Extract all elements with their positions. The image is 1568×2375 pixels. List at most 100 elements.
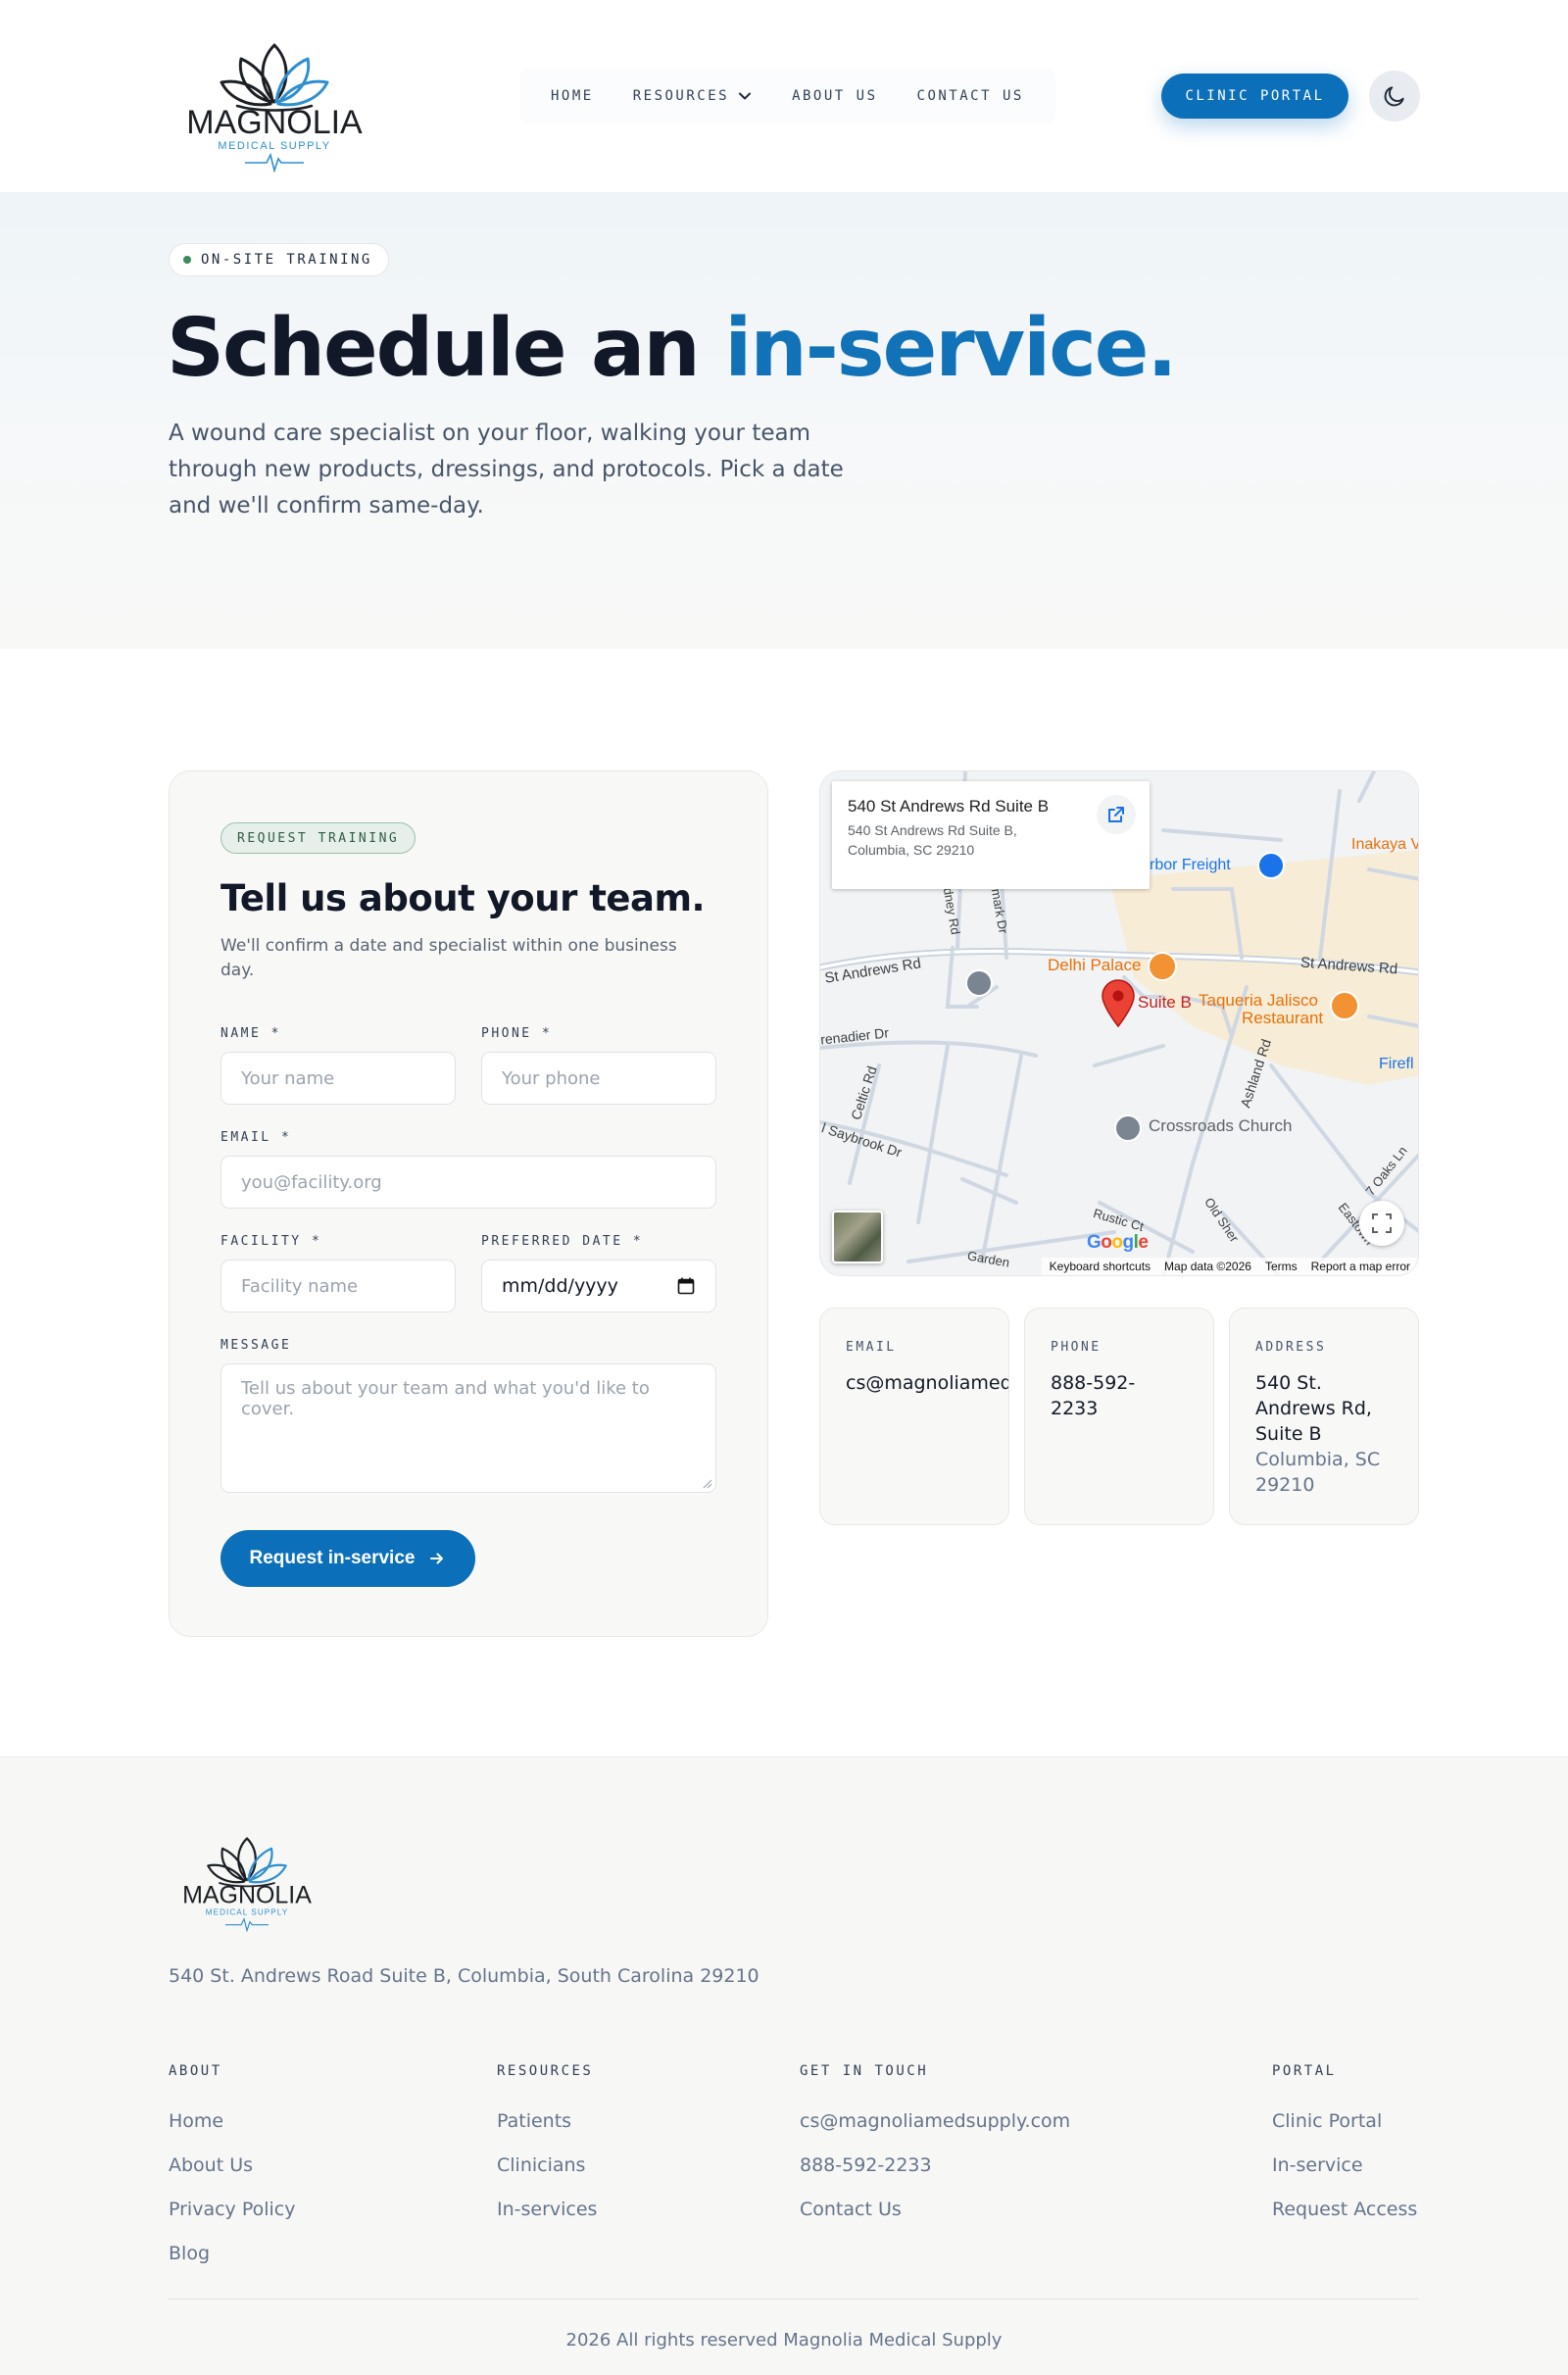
facility-input[interactable] [220,1260,456,1312]
submit-label: Request in-service [249,1548,416,1568]
footer-link[interactable]: In-services [497,2199,597,2243]
map-data-text: Map data ©2026 [1164,1260,1251,1273]
restaurant-pin-icon[interactable] [1330,991,1359,1020]
footer-logo[interactable]: MAGNOLIA MEDICAL SUPPLY [169,1818,325,1933]
address-card: ADDRESS 540 St. Andrews Rd, Suite B Colu… [1229,1308,1419,1525]
place-label: Firefl [1379,1056,1414,1072]
nav-resources[interactable]: RESOURCES [613,88,772,104]
site-footer: MAGNOLIA MEDICAL SUPPLY 540 St. Andrews … [0,1757,1568,2375]
svg-text:MAGNOLIA: MAGNOLIA [182,1882,312,1909]
place-label: Inakaya V [1351,836,1419,853]
place-label: rbor Freight [1150,857,1231,873]
footer-link[interactable]: In-service [1272,2154,1417,2199]
arrow-right-icon [430,1553,444,1564]
message-textarea[interactable] [220,1363,716,1493]
magnolia-logo-icon: MAGNOLIA MEDICAL SUPPLY [182,1837,312,1933]
theme-toggle-button[interactable] [1369,71,1420,122]
place-label: Restaurant [1242,1009,1324,1027]
name-input[interactable] [220,1052,456,1105]
facility-label: FACILITY * [220,1234,322,1249]
email-card-value[interactable]: cs@magnoliamedsupply.com [846,1370,1008,1396]
form-title: Tell us about your team. [220,877,706,919]
fullscreen-button[interactable] [1359,1201,1404,1246]
hero-section: ON-SITE TRAINING Schedule an in-service.… [0,192,1568,649]
phone-input[interactable] [481,1052,716,1105]
nav-contact-label: CONTACT US [916,88,1024,104]
name-label: NAME * [220,1026,281,1041]
preferred-date-input[interactable]: mm/dd/yyyy [481,1260,716,1312]
pin-label: Suite B [1138,993,1192,1012]
message-label: MESSAGE [220,1338,292,1353]
church-pin-icon[interactable] [1114,1114,1142,1142]
svg-text:MEDICAL SUPPLY: MEDICAL SUPPLY [218,140,330,152]
hero-pill: ON-SITE TRAINING [169,243,389,276]
footer-link[interactable]: 888-592-2233 [800,2154,1070,2199]
open-in-maps-button[interactable] [1097,795,1136,834]
footer-link[interactable]: Clinicians [497,2154,597,2199]
place-label: Delhi Palace [1048,956,1142,974]
brand-logo[interactable]: MAGNOLIA MEDICAL SUPPLY [169,18,380,173]
footer-heading: ABOUT [169,2063,222,2079]
nav-contact-us[interactable]: CONTACT US [898,88,1044,104]
restaurant-pin-icon[interactable] [1148,952,1177,981]
fullscreen-icon [1372,1213,1392,1233]
footer-heading: GET IN TOUCH [800,2063,929,2079]
footer-divider [169,2299,1419,2300]
date-value: mm/dd/yyyy [502,1275,618,1297]
footer-link[interactable]: Clinic Portal [1272,2110,1417,2154]
footer-link[interactable]: Privacy Policy [169,2199,295,2243]
shopping-pin-icon[interactable] [1257,852,1285,879]
footer-link[interactable]: Home [169,2110,295,2154]
phone-card-label: PHONE [1051,1340,1102,1355]
phone-label: PHONE * [481,1026,553,1041]
terms-link[interactable]: Terms [1265,1260,1298,1273]
calendar-icon[interactable] [676,1276,696,1296]
nav-resources-label: RESOURCES [632,88,730,104]
footer-link[interactable]: Patients [497,2110,597,2154]
footer-link[interactable]: Request Access [1272,2199,1417,2243]
external-link-icon [1108,807,1124,822]
phone-card-value[interactable]: 888-592-2233 [1051,1370,1149,1421]
nav-about-label: ABOUT US [792,88,878,104]
email-input[interactable] [220,1156,716,1209]
hero-pill-label: ON-SITE TRAINING [201,252,372,268]
nav-about-us[interactable]: ABOUT US [772,88,897,104]
footer-heading: RESOURCES [497,2063,594,2079]
nav-home-label: HOME [551,88,594,104]
clinic-portal-button[interactable]: CLINIC PORTAL [1161,74,1348,119]
location-map[interactable]: St Andrews Rd St Andrews Rd renadier Dr … [819,770,1419,1276]
svg-text:MAGNOLIA: MAGNOLIA [186,104,363,141]
email-card: EMAIL cs@magnoliamedsupply.com [819,1308,1009,1525]
form-subtitle: We'll confirm a date and specialist with… [220,936,677,980]
copyright: 2026 All rights reserved Magnolia Medica… [565,2330,1003,2350]
request-form-card: REQUEST TRAINING Tell us about your team… [169,770,768,1637]
map-attribution: Keyboard shortcuts Map data ©2026 Terms … [1041,1258,1418,1275]
location-pin-icon[interactable] [1101,979,1136,1028]
date-label: PREFERRED DATE * [481,1234,644,1249]
keyboard-shortcuts-link[interactable]: Keyboard shortcuts [1050,1260,1151,1273]
satellite-toggle[interactable] [832,1211,883,1263]
footer-link[interactable]: cs@magnoliamedsupply.com [800,2110,1070,2154]
google-logo: Google [1087,1232,1149,1253]
email-card-label: EMAIL [846,1340,897,1355]
footer-column-about: ABOUT Home About Us Privacy Policy Blog [169,2063,295,2287]
request-in-service-button[interactable]: Request in-service [220,1530,475,1587]
nav-home[interactable]: HOME [531,88,613,104]
footer-link[interactable]: Contact Us [800,2199,1070,2243]
moon-icon [1384,86,1404,107]
page-title: Schedule an in-service. [167,302,1178,395]
school-pin-icon[interactable] [965,969,993,997]
footer-link[interactable]: Blog [169,2243,295,2287]
footer-column-portal: PORTAL Clinic Portal In-service Request … [1272,2063,1417,2243]
footer-heading: PORTAL [1272,2063,1337,2079]
report-error-link[interactable]: Report a map error [1311,1260,1410,1273]
resize-handle-icon[interactable] [703,1479,712,1489]
form-badge: REQUEST TRAINING [220,822,416,854]
address-card-line1: 540 St. Andrews Rd, Suite B [1255,1372,1372,1445]
email-label: EMAIL * [220,1130,292,1145]
status-dot [183,256,191,264]
address-card-label: ADDRESS [1255,1340,1327,1355]
svg-text:MEDICAL SUPPLY: MEDICAL SUPPLY [206,1907,288,1916]
footer-link[interactable]: About Us [169,2154,295,2199]
footer-column-resources: RESOURCES Patients Clinicians In-service… [497,2063,597,2243]
